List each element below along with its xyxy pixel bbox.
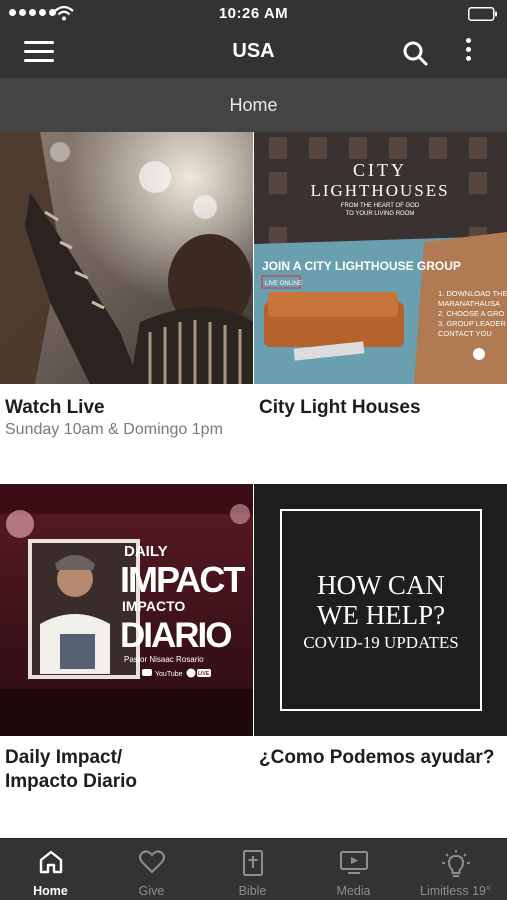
search-button[interactable] [401,39,429,67]
tab-label: Home [33,884,68,898]
section-title: Home [0,78,507,132]
home-icon [39,850,62,874]
tab-label: Give [138,884,165,898]
tab-give[interactable]: Give [101,839,202,900]
image-text-diario: DIARIO [120,616,231,655]
more-options-button[interactable] [458,38,478,68]
tab-media[interactable]: Media [303,839,404,900]
card-title: Watch Live [5,397,105,418]
search-icon [403,41,428,66]
card-watch-live[interactable]: Watch Live Sunday 10am & Domingo 1pm [0,132,253,484]
lightbulb-icon [441,850,470,877]
image-text-lighthouses: LIGHTHOUSES [310,181,449,200]
card-title-line-1: Daily Impact/ [5,747,123,768]
tab-limitless[interactable]: Limitless 19° [404,839,507,900]
hamburger-menu-button[interactable] [24,41,54,65]
image-text-step-1: 1. DOWNLOAD THE [438,289,507,298]
daily-impact-thumbnail: DAILY IMPACT IMPACTO DIARIO Pastor Nisaa… [0,484,253,736]
image-text-step-3: 3. GROUP LEADER [438,319,506,328]
image-text-city: CITY [353,160,407,180]
image-text-impact: IMPACT [120,559,245,600]
image-text-daily: DAILY [124,543,168,560]
tab-label: Media [336,884,371,898]
card-subtitle: Sunday 10am & Domingo 1pm [5,421,223,438]
heart-icon [138,850,165,874]
status-time: 10:26 AM [218,5,289,22]
image-text-live-online: LIVE ONLINE [265,281,302,287]
card-title-line-2: Impacto Diario [5,771,137,792]
app-bar: USA [0,28,507,78]
tab-home[interactable]: Home [0,839,101,900]
card-daily-impact[interactable]: DAILY IMPACT IMPACTO DIARIO Pastor Nisaa… [0,484,253,838]
media-icon [339,851,368,874]
image-text-impacto: IMPACTO [122,598,185,614]
tab-label: Bible [238,884,267,898]
watch-live-thumbnail [0,132,253,384]
how-can-we-help-thumbnail: HOW CAN WE HELP? COVID-19 UPDATES [254,484,507,736]
image-text-youtube: YouTube [155,671,183,678]
status-bar: 10:26 AM [0,0,507,28]
more-vertical-icon [458,38,478,61]
image-text-tagline-2: TO YOUR LIVING ROOM [346,211,415,217]
app-title: USA [232,40,275,62]
image-text-how-can: HOW CAN [317,570,445,600]
image-text-pastor: Pastor Nisaac Rosario [124,655,204,664]
image-text-join: JOIN A CITY LIGHTHOUSE GROUP [262,259,461,273]
image-text-live: LIVE [198,671,210,677]
menu-icon [24,41,54,44]
card-title: ¿Como Podemos ayudar? [259,747,495,768]
tab-label: Limitless 19° [420,884,491,898]
bible-icon [242,850,263,876]
image-text-tagline-1: FROM THE HEART OF GOD [341,203,420,209]
bottom-tab-bar: Home Give Bible Media Limitless 19° [0,838,507,900]
image-text-covid: COVID-19 UPDATES [303,633,458,652]
image-text-step-2: 2. CHOOSE A GRO [438,309,504,318]
image-text-step-3b: CONTACT YOU [438,329,492,338]
image-text-we-help: WE HELP? [317,600,445,630]
city-lighthouses-thumbnail: CITY LIGHTHOUSES FROM THE HEART OF GOD T… [254,132,507,384]
card-title: Daily Impact/ Impacto Diario [5,746,137,794]
card-city-light-houses[interactable]: CITY LIGHTHOUSES FROM THE HEART OF GOD T… [254,132,507,484]
image-text-step-1b: MARANATHAUSA [438,299,500,308]
battery-icon [468,7,497,21]
tab-bible[interactable]: Bible [202,839,303,900]
card-como-podemos-ayudar[interactable]: HOW CAN WE HELP? COVID-19 UPDATES ¿Como … [254,484,507,838]
card-title: City Light Houses [259,397,421,418]
